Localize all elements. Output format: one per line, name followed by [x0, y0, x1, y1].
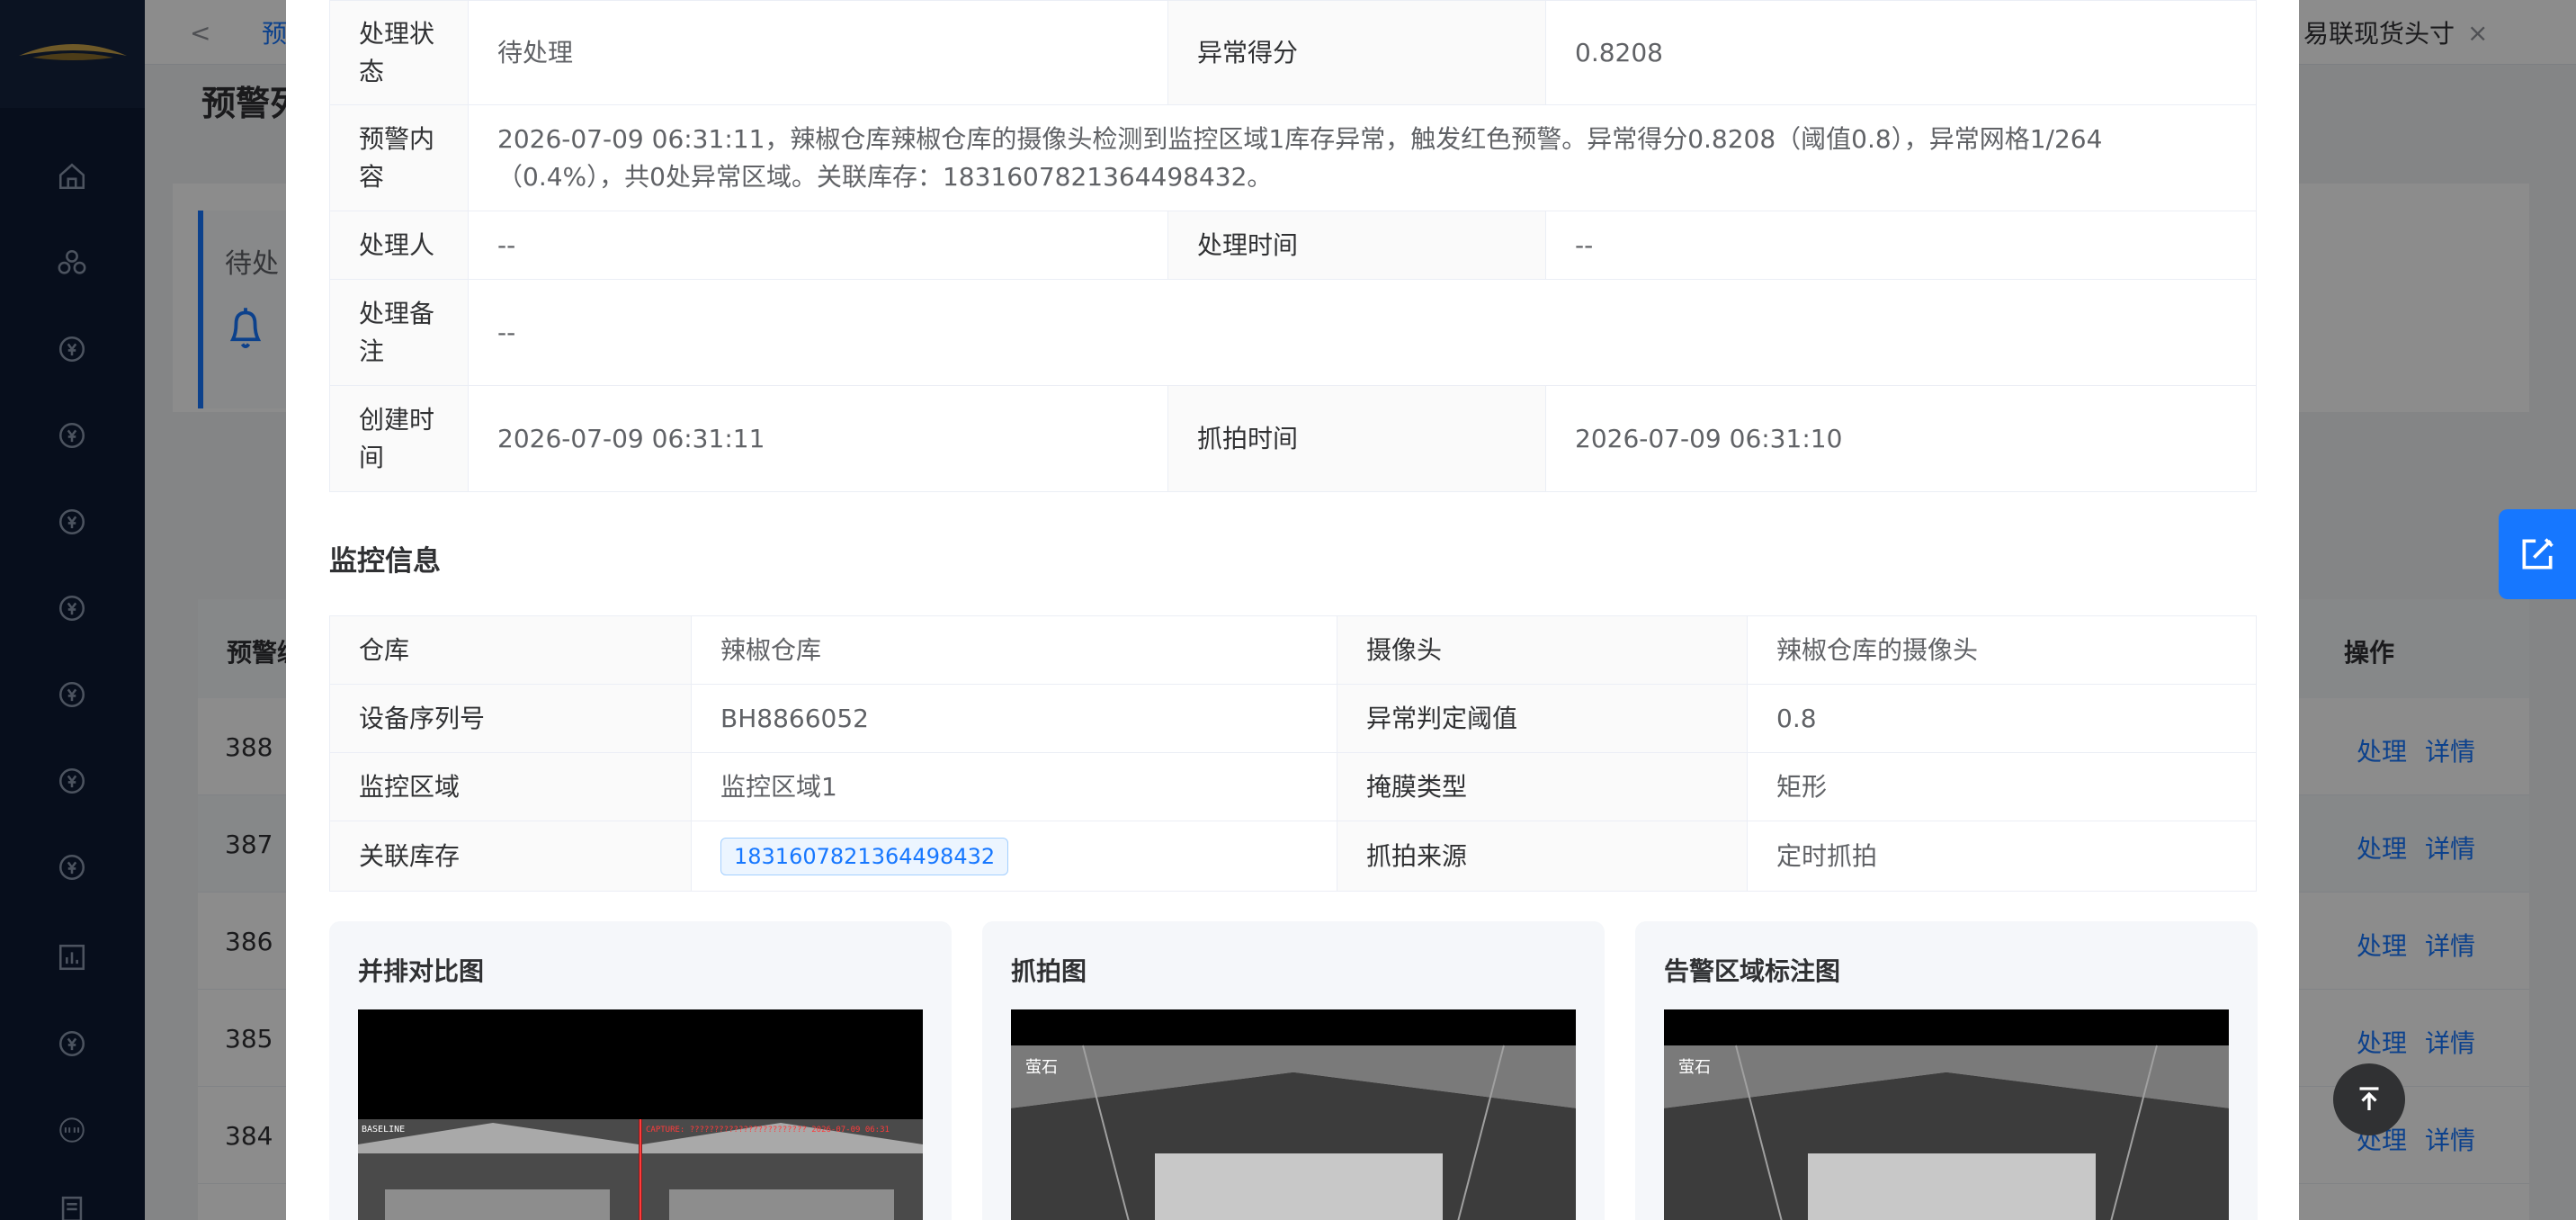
table-row: 处理备注 --: [329, 279, 2257, 386]
handle-time-value: --: [1545, 211, 2257, 280]
compare-image-card: 并排对比图 BASELINE CAPTURE: ????????????????…: [329, 921, 952, 1220]
created-label: 创建时间: [329, 385, 469, 492]
zone-label: 监控区域: [329, 752, 692, 821]
zone-value: 监控区域1: [691, 752, 1337, 821]
content-value: 2026-07-09 06:31:11，辣椒仓库辣椒仓库的摄像头检测到监控区域1…: [468, 104, 2257, 211]
source-value: 定时抓拍: [1747, 821, 2257, 892]
mask-value: 矩形: [1747, 752, 2257, 821]
annotated-image-title: 告警区域标注图: [1664, 956, 1841, 986]
compare-image-title: 并排对比图: [358, 956, 485, 986]
created-value: 2026-07-09 06:31:11: [468, 385, 1168, 492]
brand-watermark: 萤石: [1025, 1058, 1058, 1077]
handle-time-label: 处理时间: [1167, 211, 1546, 280]
annotated-image-card: 告警区域标注图 萤石: [1635, 921, 2258, 1220]
score-value: 0.8208: [1545, 0, 2257, 105]
threshold-label: 异常判定阈值: [1337, 684, 1748, 753]
table-row: 创建时间 2026-07-09 06:31:11 抓拍时间 2026-07-09…: [329, 385, 2257, 492]
alert-detail-modal: 处理状态 待处理 异常得分 0.8208 预警内容 2026-07-09 06:…: [286, 0, 2299, 1220]
capture-image-card: 抓拍图 萤石: [982, 921, 1605, 1220]
capture-image[interactable]: 萤石: [1011, 1009, 1576, 1220]
capture-time-value: 2026-07-09 06:31:10: [1545, 385, 2257, 492]
table-row: 处理状态 待处理 异常得分 0.8208: [329, 0, 2257, 105]
handler-value: --: [468, 211, 1168, 280]
camera-value: 辣椒仓库的摄像头: [1747, 615, 2257, 685]
note-value: --: [468, 279, 2257, 386]
table-row: 处理人 -- 处理时间 --: [329, 211, 2257, 280]
status-label: 处理状态: [329, 0, 469, 105]
monitor-section-title: 监控信息: [329, 545, 441, 578]
table-row: 监控区域 监控区域1 掩膜类型 矩形: [329, 752, 2257, 821]
compare-image[interactable]: BASELINE CAPTURE: ??????????????????????…: [358, 1009, 923, 1220]
table-row: 关联库存 1831607821364498432 抓拍来源 定时抓拍: [329, 821, 2257, 892]
capture-tag: CAPTURE: ???????????????????????? 2026-0…: [646, 1126, 890, 1135]
arrow-up-icon: [2359, 1087, 2379, 1110]
content-label: 预警内容: [329, 104, 469, 211]
table-row: 仓库 辣椒仓库 摄像头 辣椒仓库的摄像头: [329, 615, 2257, 685]
handler-label: 处理人: [329, 211, 469, 280]
capture-time-label: 抓拍时间: [1167, 385, 1546, 492]
mask-label: 掩膜类型: [1337, 752, 1748, 821]
threshold-value: 0.8: [1747, 684, 2257, 753]
source-label: 抓拍来源: [1337, 821, 1748, 892]
table-row: 预警内容 2026-07-09 06:31:11，辣椒仓库辣椒仓库的摄像头检测到…: [329, 104, 2257, 211]
edit-icon: [2522, 538, 2554, 570]
baseline-tag: BASELINE: [362, 1125, 405, 1135]
serial-label: 设备序列号: [329, 684, 692, 753]
float-edit-button[interactable]: [2499, 509, 2576, 599]
camera-label: 摄像头: [1337, 615, 1748, 685]
stock-label: 关联库存: [329, 821, 692, 892]
capture-image-title: 抓拍图: [1011, 956, 1087, 986]
status-value: 待处理: [468, 0, 1168, 105]
warehouse-label: 仓库: [329, 615, 692, 685]
back-to-top-button[interactable]: [2333, 1063, 2405, 1135]
table-row: 设备序列号 BH8866052 异常判定阈值 0.8: [329, 684, 2257, 753]
alert-info-table: 处理状态 待处理 异常得分 0.8208 预警内容 2026-07-09 06:…: [329, 0, 2257, 492]
stock-cell: 1831607821364498432: [691, 821, 1337, 892]
monitor-info-table: 仓库 辣椒仓库 摄像头 辣椒仓库的摄像头 设备序列号 BH8866052 异常判…: [329, 615, 2257, 892]
warehouse-value: 辣椒仓库: [691, 615, 1337, 685]
annotated-image[interactable]: 萤石: [1664, 1009, 2229, 1220]
brand-watermark: 萤石: [1678, 1058, 1711, 1077]
serial-value: BH8866052: [691, 684, 1337, 753]
score-label: 异常得分: [1167, 0, 1546, 105]
stock-tag[interactable]: 1831607821364498432: [720, 838, 1009, 875]
note-label: 处理备注: [329, 279, 469, 386]
